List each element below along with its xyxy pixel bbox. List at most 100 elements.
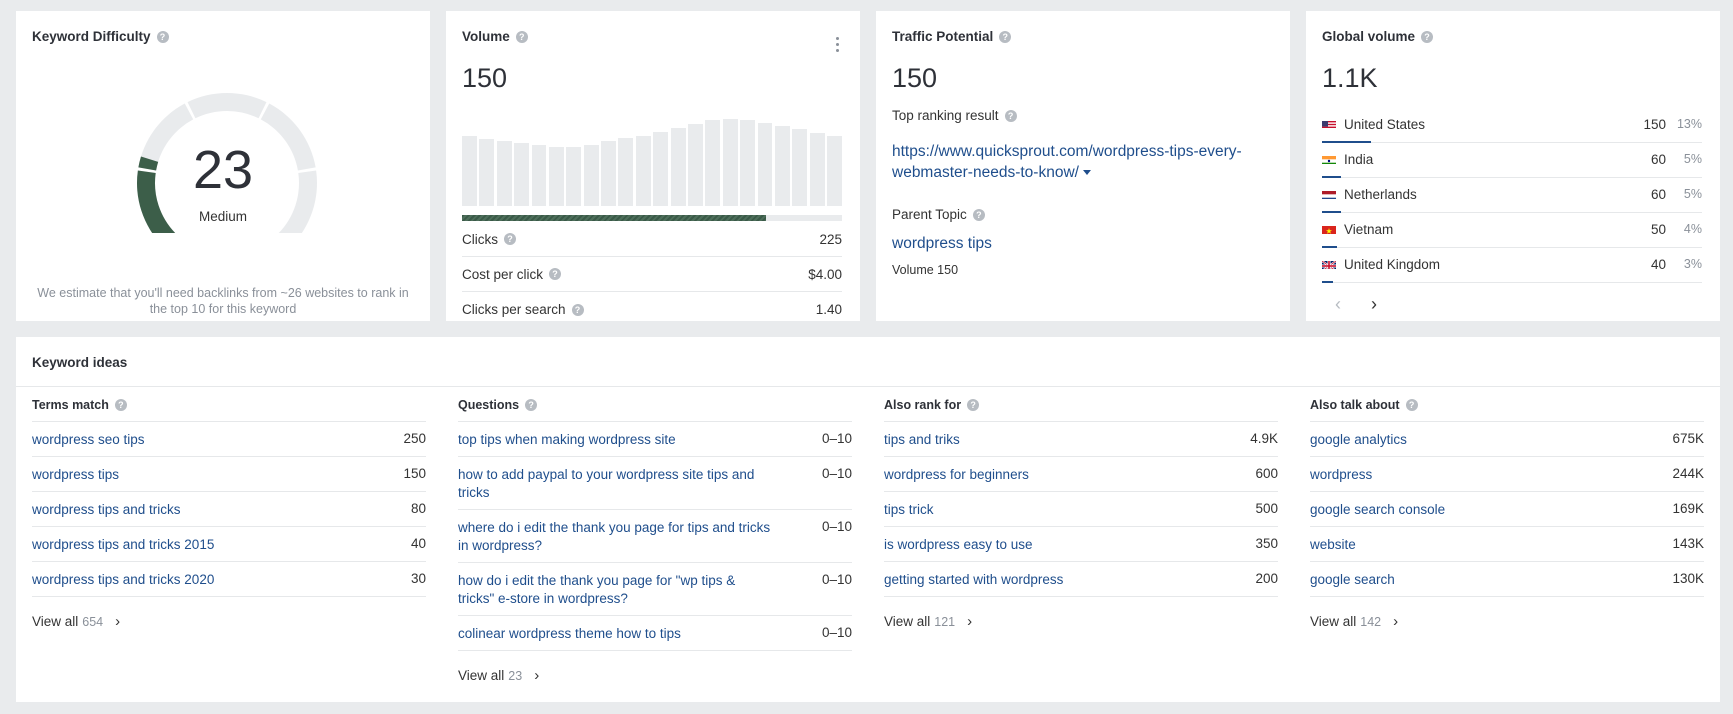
keyword-link[interactable]: google search console (1310, 501, 1625, 519)
country-volume: 60 (1650, 187, 1666, 202)
keyword-link[interactable]: wordpress for beginners (884, 466, 1199, 484)
help-icon[interactable]: ? (515, 30, 528, 43)
keyword-ideas-title: Keyword ideas (32, 355, 128, 370)
country-row[interactable]: United Kingdom 40 3% (1322, 248, 1702, 283)
keyword-link[interactable]: wordpress tips and tricks 2015 (32, 536, 347, 554)
keyword-idea-row: getting started with wordpress 200 (884, 562, 1278, 597)
help-icon[interactable]: ? (114, 399, 127, 411)
keyword-idea-row: wordpress tips 150 (32, 457, 426, 492)
volume-title: Volume? (462, 29, 528, 44)
parent-topic-link[interactable]: wordpress tips (892, 235, 992, 253)
volume-bar (827, 136, 842, 206)
ideas-column-title: Also rank for? (884, 398, 980, 412)
help-icon[interactable]: ? (525, 399, 538, 411)
view-all-link[interactable]: View all 142 › (1310, 613, 1398, 630)
keyword-link[interactable]: website (1310, 536, 1625, 554)
keyword-volume: 0–10 (821, 431, 852, 446)
top-ranking-url[interactable]: https://www.quicksprout.com/wordpress-ti… (892, 141, 1272, 183)
keyword-volume: 0–10 (821, 519, 852, 534)
country-name: Vietnam (1344, 222, 1394, 237)
country-row[interactable]: Netherlands 60 5% (1322, 178, 1702, 213)
help-icon[interactable]: ? (972, 208, 985, 221)
help-icon[interactable]: ? (999, 30, 1012, 43)
next-page-icon[interactable]: › (1371, 294, 1377, 315)
keyword-link[interactable]: wordpress (1310, 466, 1625, 484)
volume-bar (705, 120, 721, 206)
keyword-link[interactable]: wordpress tips and tricks 2020 (32, 571, 347, 589)
volume-history-chart (462, 112, 842, 206)
keyword-link[interactable]: is wordpress easy to use (884, 536, 1199, 554)
keyword-volume: 40 (410, 536, 426, 551)
keyword-link[interactable]: tips and triks (884, 431, 1199, 449)
keyword-volume: 0–10 (821, 466, 852, 481)
chevron-down-icon[interactable] (1082, 170, 1091, 176)
keyword-link[interactable]: where do i edit the thank you page for t… (458, 519, 773, 555)
keyword-volume: 200 (1255, 571, 1278, 586)
keyword-link[interactable]: tips trick (884, 501, 1199, 519)
help-icon[interactable]: ? (571, 303, 584, 316)
country-name: India (1344, 152, 1374, 167)
country-row[interactable]: United States 150 13% (1322, 108, 1702, 143)
keyword-link[interactable]: getting started with wordpress (884, 571, 1199, 589)
nl-flag-icon (1322, 189, 1336, 199)
keyword-link[interactable]: wordpress tips (32, 466, 347, 484)
volume-value: 150 (462, 63, 508, 93)
keyword-idea-row: tips and triks 4.9K (884, 422, 1278, 457)
chevron-right-icon[interactable]: › (1393, 613, 1398, 630)
top-ranking-label: Top ranking result? (892, 108, 1017, 123)
more-options-icon[interactable] (836, 37, 840, 55)
volume-bar (566, 146, 582, 206)
view-all-link[interactable]: View all 23 › (458, 667, 539, 684)
keyword-link[interactable]: top tips when making wordpress site (458, 431, 773, 449)
help-icon[interactable]: ? (967, 399, 980, 411)
keyword-volume: 0–10 (821, 572, 852, 587)
help-icon[interactable]: ? (156, 30, 169, 43)
keyword-link[interactable]: wordpress seo tips (32, 431, 347, 449)
view-all-link[interactable]: View all 654 › (32, 613, 120, 630)
help-icon[interactable]: ? (1421, 30, 1434, 43)
country-name: United States (1344, 117, 1426, 132)
keyword-link[interactable]: colinear wordpress theme how to tips (458, 625, 773, 643)
metric-label: Clicks per search (462, 302, 566, 317)
metric-label: Clicks (462, 231, 498, 247)
keyword-difficulty-card: Keyword Difficulty? 23 Medium We estimat… (16, 11, 430, 321)
help-icon[interactable]: ? (1405, 399, 1418, 411)
view-all-link[interactable]: View all 121 › (884, 613, 972, 630)
country-row[interactable]: Vietnam 50 4% (1322, 213, 1702, 248)
help-icon[interactable]: ? (549, 268, 562, 280)
volume-bar (548, 146, 564, 206)
keyword-idea-row: where do i edit the thank you page for t… (458, 510, 852, 563)
traffic-value: 150 (892, 63, 938, 93)
chevron-right-icon[interactable]: › (534, 667, 539, 684)
keyword-link[interactable]: google analytics (1310, 431, 1625, 449)
keyword-volume: 0–10 (821, 625, 852, 640)
global-volume-card: Global volume? 1.1K United States 150 13% I… (1306, 11, 1720, 321)
prev-page-icon[interactable]: ‹ (1335, 294, 1341, 315)
help-icon[interactable]: ? (1004, 109, 1017, 122)
keyword-volume: 4.9K (1250, 431, 1278, 446)
keyword-link[interactable]: how to add paypal to your wordpress site… (458, 466, 773, 502)
chevron-right-icon[interactable]: › (115, 613, 120, 630)
keyword-volume: 600 (1255, 466, 1278, 481)
keyword-idea-row: colinear wordpress theme how to tips 0–10 (458, 616, 852, 651)
volume-bar (618, 138, 634, 206)
country-name: United Kingdom (1344, 257, 1441, 272)
metric-label: Cost per click (462, 266, 544, 282)
volume-bar (496, 141, 512, 206)
chevron-right-icon[interactable]: › (967, 613, 972, 630)
volume-card: Volume? 150 Clicks? 225 Cost per click? … (446, 11, 860, 321)
keyword-volume: 675K (1672, 431, 1704, 446)
keyword-link[interactable]: google search (1310, 571, 1625, 589)
gb-flag-icon (1322, 259, 1336, 269)
keyword-link[interactable]: wordpress tips and tricks (32, 501, 347, 519)
view-all-count: 142 (1360, 614, 1382, 629)
country-share: 5% (1683, 152, 1702, 166)
keyword-idea-row: wordpress for beginners 600 (884, 457, 1278, 492)
ideas-column-title: Questions? (458, 398, 538, 412)
country-row[interactable]: India 60 5% (1322, 143, 1702, 178)
parent-topic-volume: Volume 150 (892, 263, 959, 277)
volume-bar (670, 127, 686, 206)
keyword-link[interactable]: how do i edit the thank you page for "wp… (458, 572, 773, 608)
country-share: 5% (1683, 187, 1702, 201)
help-icon[interactable]: ? (504, 233, 516, 245)
